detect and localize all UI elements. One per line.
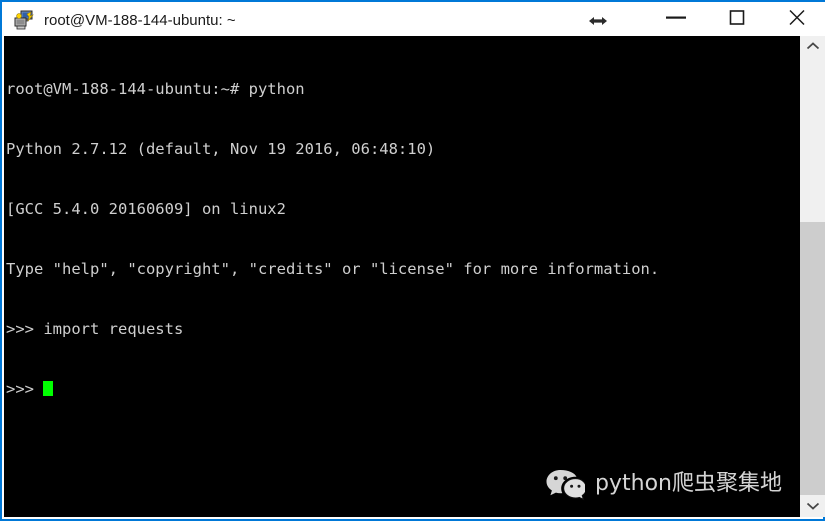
python-prompt: >>>: [6, 380, 44, 398]
terminal-line: >>> import requests: [6, 320, 184, 338]
putty-computer-icon: [14, 10, 36, 31]
window-title: root@VM-188-144-ubuntu: ~: [44, 12, 236, 29]
terminal-line: root@VM-188-144-ubuntu:~# python: [6, 80, 305, 98]
scroll-down-button[interactable]: [800, 495, 825, 517]
terminal-text: root@VM-188-144-ubuntu:~# python Python …: [6, 39, 800, 439]
minimize-icon: [663, 12, 689, 27]
terminal-line: [GCC 5.4.0 20160609] on linux2: [6, 200, 286, 218]
maximize-icon: [727, 8, 747, 31]
terminal-output-area[interactable]: root@VM-188-144-ubuntu:~# python Python …: [4, 36, 800, 517]
watermark-label: python爬虫聚集地: [595, 471, 782, 496]
chevron-up-icon: [806, 40, 820, 55]
chevron-down-icon: [806, 499, 820, 514]
putty-terminal-window: root@VM-188-144-ubuntu: ~ root@VM-188-14…: [0, 0, 825, 521]
wechat-logo-icon: [545, 467, 587, 501]
terminal-line: Python 2.7.12 (default, Nov 19 2016, 06:…: [6, 140, 436, 158]
vertical-scrollbar[interactable]: [800, 36, 825, 517]
scrollbar-thumb[interactable]: [800, 222, 825, 495]
terminal-line: Type "help", "copyright", "credits" or "…: [6, 260, 660, 278]
maximize-button[interactable]: [714, 2, 760, 36]
close-icon: [786, 7, 808, 32]
minimize-button[interactable]: [653, 2, 699, 36]
horizontal-resize-arrows-icon: [588, 12, 608, 30]
terminal-prompt-line: >>>: [6, 379, 800, 399]
close-button[interactable]: [774, 2, 820, 36]
title-bar[interactable]: root@VM-188-144-ubuntu: ~: [2, 0, 825, 36]
watermark: python爬虫聚集地: [545, 467, 782, 501]
scroll-up-button[interactable]: [800, 36, 825, 58]
text-cursor: [43, 381, 54, 396]
